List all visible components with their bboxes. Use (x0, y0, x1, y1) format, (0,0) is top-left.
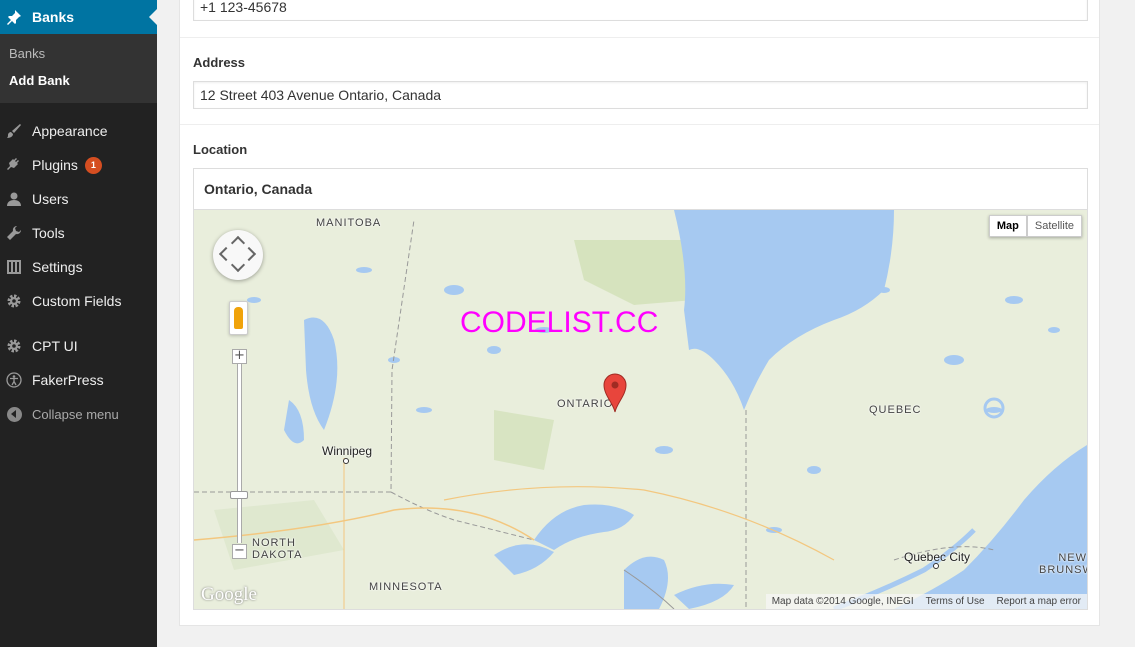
map-type-map-button[interactable]: Map (988, 215, 1027, 237)
label-quebec-city: Quebec City (904, 550, 971, 564)
menu-users-label: Users (32, 191, 69, 207)
location-label: Location (193, 142, 248, 157)
label-manitoba: MANITOBA (316, 217, 382, 229)
pan-control[interactable] (213, 230, 263, 280)
location-map-field: Ontario, Canada Map Satellite + − MANITO… (193, 168, 1088, 610)
collapse-arrow-icon (6, 406, 22, 422)
zoom-out-button[interactable]: − (232, 544, 247, 559)
paintbrush-icon (6, 123, 22, 139)
zoom-in-button[interactable]: + (232, 349, 247, 364)
menu-custom-fields[interactable]: Custom Fields (0, 284, 157, 318)
submenu-banks[interactable]: Banks (9, 46, 45, 61)
menu-tools[interactable]: Tools (0, 216, 157, 250)
map-type-satellite-button[interactable]: Satellite (1026, 215, 1082, 237)
codelist-watermark: CODELIST.CC (460, 306, 659, 339)
pan-left-icon[interactable] (218, 246, 234, 262)
address-label: Address (193, 55, 246, 70)
city-dot (343, 458, 349, 464)
terms-of-use-link[interactable]: Terms of Use (920, 594, 991, 609)
pushpin-icon (6, 9, 22, 25)
label-north-dakota: NORTH DAKOTA (252, 537, 303, 561)
submenu-add-bank[interactable]: Add Bank (9, 73, 70, 88)
menu-plugins[interactable]: Plugins 1 (0, 148, 157, 182)
menu-banks-label: Banks (32, 9, 75, 25)
plug-icon (6, 157, 22, 173)
label-new-brunswick: NEW BRUNSWICK (1039, 552, 1087, 576)
menu-cpt-ui-label: CPT UI (32, 338, 78, 354)
active-arrow (149, 9, 157, 25)
menu-custom-fields-label: Custom Fields (32, 293, 122, 309)
map-data-credit: Map data ©2014 Google, INEGI (771, 596, 914, 607)
menu-settings[interactable]: Settings (0, 250, 157, 284)
menu-fakerpress[interactable]: FakerPress (0, 363, 157, 397)
menu-fakerpress-label: FakerPress (32, 372, 104, 388)
map-type-control: Map Satellite (988, 215, 1082, 237)
collapse-menu-label: Collapse menu (32, 406, 119, 422)
collapse-menu-button[interactable]: Collapse menu (0, 397, 157, 431)
gear-icon (6, 293, 22, 309)
wrench-icon (6, 225, 22, 241)
zoom-slider-track[interactable] (237, 358, 242, 543)
menu-plugins-label: Plugins (32, 157, 78, 173)
divider (180, 124, 1099, 125)
banks-submenu: Banks Add Bank (0, 34, 157, 103)
user-icon (6, 191, 22, 207)
map-attribution: Map data ©2014 Google, INEGI Terms of Us… (765, 594, 1087, 609)
menu-appearance[interactable]: Appearance (0, 114, 157, 148)
report-map-error-link[interactable]: Report a map error (991, 594, 1087, 609)
phone-field[interactable] (193, 0, 1088, 21)
map-search-input[interactable]: Ontario, Canada (194, 169, 1087, 210)
google-map[interactable]: Map Satellite + − MANITOBA ONTARIO QUEBE… (194, 210, 1087, 609)
bank-form-panel: Address Location Ontario, Canada (179, 0, 1100, 626)
menu-tools-label: Tools (32, 225, 65, 241)
city-dot (933, 563, 939, 569)
accessibility-icon (6, 372, 22, 388)
divider (180, 37, 1099, 38)
zoom-slider-handle[interactable] (230, 491, 248, 499)
pan-up-icon[interactable] (230, 235, 246, 251)
map-marker-pin-icon[interactable] (603, 373, 627, 413)
menu-cpt-ui[interactable]: CPT UI (0, 329, 157, 363)
label-quebec: QUEBEC (869, 404, 922, 416)
pan-down-icon[interactable] (230, 257, 246, 273)
label-minnesota: MINNESOTA (369, 581, 443, 593)
gear-icon (6, 338, 22, 354)
label-winnipeg: Winnipeg (322, 444, 373, 458)
google-logo: Google (201, 584, 257, 605)
plugins-update-badge: 1 (84, 156, 102, 174)
address-field[interactable] (193, 81, 1088, 109)
menu-settings-label: Settings (32, 259, 83, 275)
admin-sidebar: Banks Banks Add Bank Appearance Plugins … (0, 0, 157, 647)
menu-users[interactable]: Users (0, 182, 157, 216)
menu-banks[interactable]: Banks (0, 0, 157, 34)
menu-appearance-label: Appearance (32, 123, 108, 139)
pegman-streetview-icon[interactable] (229, 301, 248, 335)
pan-right-icon[interactable] (241, 246, 257, 262)
settings-icon (6, 259, 22, 275)
